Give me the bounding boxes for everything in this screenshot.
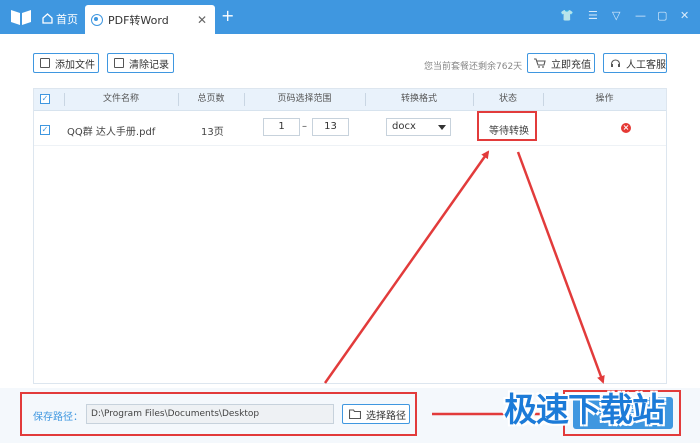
header-total-pages: 总页数 xyxy=(197,94,225,104)
tab-close-icon[interactable]: ✕ xyxy=(197,13,207,27)
support-button[interactable]: 人工客服 xyxy=(603,53,667,73)
file-table: ✓ 文件名称 总页数 页码选择范围 转换格式 状态 操作 ✓ QQ群 达人手册.… xyxy=(33,88,667,384)
tab-pdf-to-word[interactable]: PDF转Word ✕ xyxy=(85,5,215,34)
table-header: ✓ 文件名称 总页数 页码选择范围 转换格式 状态 操作 xyxy=(34,89,666,111)
page-range-dash: – xyxy=(302,121,307,132)
file-name: QQ群 达人手册.pdf xyxy=(67,127,156,138)
delete-icon[interactable]: × xyxy=(621,123,631,133)
logo-book-icon xyxy=(11,10,31,25)
remaining-days-text: 您当前套餐还剩余762天 xyxy=(424,62,523,72)
row-checkbox[interactable]: ✓ xyxy=(40,125,50,135)
cart-icon xyxy=(534,58,546,68)
minimize-icon[interactable]: — xyxy=(635,9,646,23)
page-to-input[interactable]: 13 xyxy=(312,118,349,136)
dropdown-icon[interactable]: ▽ xyxy=(612,9,620,23)
table-row: ✓ QQ群 达人手册.pdf 13页 1 – 13 docx 等待转换 × xyxy=(34,110,666,146)
header-actions: 操作 xyxy=(595,94,614,104)
header-file-name: 文件名称 xyxy=(102,94,139,104)
headset-icon xyxy=(610,58,621,67)
add-files-label: 添加文件 xyxy=(55,59,95,71)
support-label: 人工客服 xyxy=(626,59,666,71)
tab-home[interactable]: 首页 xyxy=(42,7,82,30)
chevron-down-icon xyxy=(438,125,446,130)
title-bar: 首页 PDF转Word ✕ + 👕 ☰ ▽ — ▢ ✕ xyxy=(0,0,700,34)
menu-icon[interactable]: ☰ xyxy=(588,9,598,23)
tab-home-label: 首页 xyxy=(56,12,78,26)
recharge-label: 立即充值 xyxy=(551,59,591,71)
add-files-button[interactable]: 添加文件 xyxy=(33,53,99,73)
annotation-box-status xyxy=(477,111,537,141)
file-add-icon xyxy=(40,58,50,68)
total-pages: 13页 xyxy=(201,127,224,138)
home-icon xyxy=(42,13,53,24)
trash-icon xyxy=(114,58,124,68)
annotation-box-save-path xyxy=(20,392,417,436)
close-window-icon[interactable]: ✕ xyxy=(680,9,689,23)
new-tab-button[interactable]: + xyxy=(221,8,234,24)
skin-icon[interactable]: 👕 xyxy=(560,9,574,23)
select-all-checkbox[interactable]: ✓ xyxy=(40,94,50,104)
clear-records-button[interactable]: 清除记录 xyxy=(107,53,174,73)
maximize-icon[interactable]: ▢ xyxy=(657,9,667,23)
format-select-value: docx xyxy=(392,121,416,132)
watermark-text: 极速下载站 xyxy=(504,390,665,429)
tab-pdf-to-word-label: PDF转Word xyxy=(108,13,169,27)
header-status: 状态 xyxy=(498,94,517,104)
pdf-tab-icon xyxy=(91,13,103,26)
recharge-button[interactable]: 立即充值 xyxy=(527,53,595,73)
clear-records-label: 清除记录 xyxy=(129,59,169,71)
page-from-input[interactable]: 1 xyxy=(263,118,300,136)
format-select[interactable]: docx xyxy=(386,118,451,136)
header-format: 转换格式 xyxy=(400,94,437,104)
header-page-range: 页码选择范围 xyxy=(277,94,332,104)
